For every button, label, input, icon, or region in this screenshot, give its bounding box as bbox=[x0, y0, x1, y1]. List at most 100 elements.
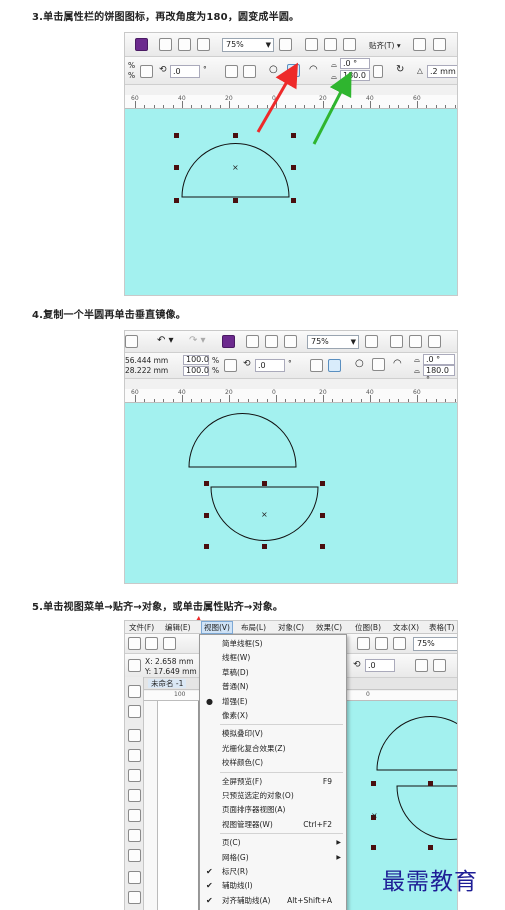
rotation-field[interactable]: .0 bbox=[255, 359, 285, 372]
export-icon[interactable] bbox=[375, 637, 388, 650]
mirrored-half-circle-shape[interactable] bbox=[396, 785, 458, 840]
import-icon[interactable] bbox=[246, 335, 259, 348]
scale-x-percent: % bbox=[212, 356, 220, 365]
mirror-vertical-icon[interactable] bbox=[328, 359, 341, 372]
view-menu-item-label: 网格(G) bbox=[222, 852, 249, 862]
publish-icon[interactable] bbox=[284, 335, 297, 348]
view-menu-item[interactable]: ✔ 对齐辅助线(A) Alt+Shift+A bbox=[200, 894, 346, 908]
view-menu-item[interactable]: ✔ 标尺(R) bbox=[200, 865, 346, 879]
grid-icon[interactable] bbox=[428, 335, 441, 348]
pick-tool-icon[interactable] bbox=[128, 685, 141, 698]
mirror-vertical-icon[interactable] bbox=[433, 659, 446, 672]
view-menu-dropdown: 简单线框(S) 线框(W) 草稿(D) 普通(N) ● 增强(E) 像素(X) 模拟叠印(V)… bbox=[199, 634, 347, 910]
width-value: 56.444 mm bbox=[125, 356, 169, 365]
menu-file[interactable]: 文件(F) bbox=[129, 622, 154, 633]
polygon-tool-icon[interactable] bbox=[128, 849, 141, 862]
pick-icon[interactable] bbox=[128, 659, 141, 672]
selection-handle[interactable] bbox=[428, 781, 433, 786]
selection-handle[interactable] bbox=[320, 481, 325, 486]
view-menu-item[interactable]: 页(C) ▶ bbox=[200, 836, 346, 850]
export-icon[interactable] bbox=[265, 335, 278, 348]
publish-icon[interactable] bbox=[393, 637, 406, 650]
ruler-tick bbox=[398, 399, 400, 402]
arc-icon[interactable]: ◠ bbox=[393, 359, 402, 369]
view-menu-item[interactable]: 页面排序器视图(A) bbox=[200, 803, 346, 817]
zoom-combo[interactable]: 75% ▼ bbox=[307, 335, 359, 349]
shape-tool-icon[interactable] bbox=[128, 705, 141, 718]
rotation-field[interactable]: .0 bbox=[365, 659, 395, 672]
text-tool-icon[interactable] bbox=[128, 871, 141, 884]
ruler-tick bbox=[332, 399, 334, 402]
pie-icon[interactable] bbox=[372, 358, 385, 371]
view-menu-item[interactable]: 网格(G) ▶ bbox=[200, 851, 346, 865]
selection-handle[interactable] bbox=[371, 781, 376, 786]
smart-fill-icon[interactable] bbox=[128, 789, 141, 802]
crop-tool-icon[interactable] bbox=[128, 729, 141, 742]
save-icon[interactable] bbox=[163, 637, 176, 650]
view-menu-item[interactable]: 模拟叠印(V) bbox=[200, 727, 346, 741]
selection-handle[interactable] bbox=[204, 481, 209, 486]
import-icon[interactable] bbox=[357, 637, 370, 650]
drawing-canvas: × bbox=[125, 403, 457, 583]
full-screen-icon[interactable] bbox=[390, 335, 403, 348]
view-menu-item-label: 光栅化复合效果(Z) bbox=[222, 743, 286, 753]
new-icon[interactable] bbox=[128, 637, 141, 650]
view-menu-item[interactable]: 草稿(D) bbox=[200, 666, 346, 680]
view-menu-item[interactable]: 简单线框(S) bbox=[200, 637, 346, 651]
ellipse-icon[interactable]: ○ bbox=[355, 359, 364, 369]
menu-edit[interactable]: 编辑(E) bbox=[165, 622, 191, 633]
view-menu-item-label: 增强(E) bbox=[222, 696, 248, 706]
half-circle-shape[interactable] bbox=[188, 413, 297, 468]
zoom-combo[interactable]: 75% bbox=[413, 637, 457, 651]
selection-handle[interactable] bbox=[204, 513, 209, 518]
selection-handle[interactable] bbox=[204, 544, 209, 549]
view-menu-item[interactable]: ✔ 辅助线(I) bbox=[200, 879, 346, 893]
scale-x-field[interactable]: 100.0 bbox=[183, 355, 209, 365]
view-menu-item[interactable]: 光栅化复合效果(Z) bbox=[200, 742, 346, 756]
menu-effects[interactable]: 效果(C) bbox=[316, 622, 342, 633]
view-mode-icon[interactable] bbox=[409, 335, 422, 348]
scale-y-field[interactable]: 100.0 bbox=[183, 366, 209, 376]
menu-text[interactable]: 文本(X) bbox=[393, 622, 419, 633]
view-menu-item[interactable]: 像素(X) bbox=[200, 709, 346, 723]
rectangle-tool-icon[interactable] bbox=[128, 809, 141, 822]
half-circle-shape[interactable] bbox=[376, 716, 458, 771]
view-menu-item[interactable]: 校样颜色(C) bbox=[200, 756, 346, 770]
menu-view[interactable]: 视图(V) bbox=[201, 621, 233, 634]
view-menu-item-label: 普通(N) bbox=[222, 682, 249, 692]
menu-table[interactable]: 表格(T) bbox=[429, 622, 454, 633]
view-menu-item[interactable]: 视图管理器(W) Ctrl+F2 bbox=[200, 818, 346, 832]
ellipse-tool-icon[interactable] bbox=[128, 829, 141, 842]
selection-handle[interactable] bbox=[371, 845, 376, 850]
ruler-tick bbox=[351, 399, 353, 402]
view-menu-item[interactable]: 普通(N) bbox=[200, 680, 346, 694]
view-menu-item[interactable]: 只预览选定的对象(O) bbox=[200, 789, 346, 803]
menu-bitmaps[interactable]: 位图(B) bbox=[355, 622, 381, 633]
end-angle-field[interactable]: 180.0 ° bbox=[423, 365, 455, 384]
start-angle-field[interactable]: .0 ° bbox=[423, 354, 455, 365]
menu-layout[interactable]: 布局(L) bbox=[241, 622, 266, 633]
freehand-tool-icon[interactable] bbox=[128, 769, 141, 782]
open-icon[interactable] bbox=[145, 637, 158, 650]
redo-icon[interactable]: ↷ ▾ bbox=[189, 336, 206, 346]
menu-object[interactable]: 对象(C) bbox=[278, 622, 304, 633]
mirror-horizontal-icon[interactable] bbox=[310, 359, 323, 372]
selection-handle[interactable] bbox=[262, 481, 267, 486]
zoom-page-icon[interactable] bbox=[365, 335, 378, 348]
undo-icon[interactable]: ↶ ▾ bbox=[157, 336, 174, 346]
view-menu-item[interactable]: ● 增强(E) bbox=[200, 695, 346, 709]
lock-ratio-icon[interactable] bbox=[224, 359, 237, 372]
selection-handle[interactable] bbox=[428, 845, 433, 850]
selection-handle[interactable] bbox=[262, 544, 267, 549]
view-menu-item[interactable]: 全屏预览(F) F9 bbox=[200, 775, 346, 789]
document-tab[interactable]: 未命名 -1 bbox=[148, 679, 187, 688]
zoom-tool-icon[interactable] bbox=[128, 749, 141, 762]
selection-handle[interactable] bbox=[320, 544, 325, 549]
paste-icon[interactable] bbox=[125, 335, 138, 348]
corel-icon[interactable] bbox=[222, 335, 235, 348]
parallel-dimension-icon[interactable] bbox=[128, 891, 141, 904]
selection-handle[interactable] bbox=[320, 513, 325, 518]
start-angle-value: .0 ° bbox=[426, 355, 441, 364]
view-menu-item[interactable]: 线框(W) bbox=[200, 651, 346, 665]
mirror-horizontal-icon[interactable] bbox=[415, 659, 428, 672]
